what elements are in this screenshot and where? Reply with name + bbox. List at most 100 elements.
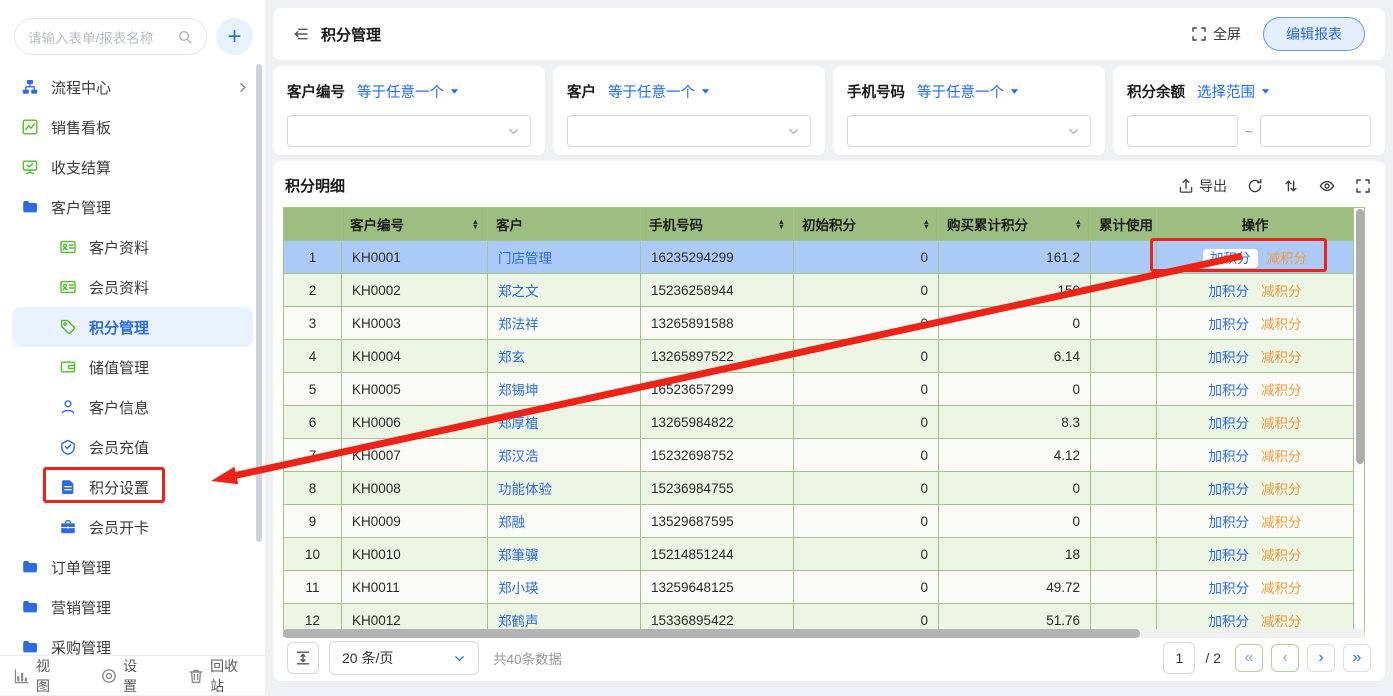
table-row[interactable]: 10KH0010郑筆骥15214851244018加积分减积分 xyxy=(284,538,1354,571)
customer-code-select[interactable] xyxy=(287,115,531,147)
table-row[interactable]: 7KH0007郑汉浩1523269875204.12加积分减积分 xyxy=(284,439,1354,472)
add-points-button[interactable]: 加积分 xyxy=(1209,317,1250,332)
customer-name-link[interactable]: 郑玄 xyxy=(498,350,525,365)
sidebar-item[interactable]: 销售看板 xyxy=(0,107,265,147)
add-points-button[interactable]: 加积分 xyxy=(1209,449,1250,464)
customer-name-link[interactable]: 郑融 xyxy=(498,515,525,530)
subtract-points-button[interactable]: 减积分 xyxy=(1261,317,1302,332)
subtract-points-button[interactable]: 减积分 xyxy=(1261,515,1302,530)
customer-select[interactable] xyxy=(567,115,811,147)
sidebar-item[interactable]: 客户管理 xyxy=(0,187,265,227)
subtract-points-button[interactable]: 减积分 xyxy=(1261,548,1302,563)
search-input[interactable]: 请输入表单/报表名称 xyxy=(14,18,207,55)
sidebar-footer-item[interactable]: 视图 xyxy=(14,656,63,696)
sidebar-item[interactable]: 会员充值 xyxy=(0,427,265,467)
add-points-button[interactable]: 加积分 xyxy=(1209,416,1250,431)
edit-report-button[interactable]: 编辑报表 xyxy=(1263,17,1365,51)
customer-name-link[interactable]: 郑汉浩 xyxy=(498,449,539,464)
add-points-button[interactable]: 加积分 xyxy=(1209,614,1250,629)
vertical-scrollbar-thumb[interactable] xyxy=(1356,209,1364,464)
customer-name-link[interactable]: 郑小瑛 xyxy=(498,581,539,596)
page-size-select[interactable]: 20 条/页 xyxy=(329,641,479,675)
customer-name-link[interactable]: 门店管理 xyxy=(498,251,552,266)
table-row[interactable]: 11KH0011郑小瑛13259648125049.72加积分减积分 xyxy=(284,571,1354,604)
sidebar-footer-item[interactable]: 设置 xyxy=(101,656,150,696)
table-row[interactable]: 8KH0008功能体验1523698475500加积分减积分 xyxy=(284,472,1354,505)
last-page-button[interactable]: » xyxy=(1343,644,1371,672)
subtract-points-button[interactable]: 减积分 xyxy=(1261,284,1302,299)
subtract-points-button[interactable]: 减积分 xyxy=(1261,416,1302,431)
first-page-button[interactable]: « xyxy=(1235,644,1263,672)
collapse-sidebar-icon[interactable] xyxy=(293,26,309,42)
customer-name-link[interactable]: 郑法祥 xyxy=(498,317,539,332)
sidebar-item[interactable]: 流程中心 xyxy=(0,67,265,107)
next-page-button[interactable]: › xyxy=(1307,644,1335,672)
table-row[interactable]: 4KH0004郑玄1326589752206.14加积分减积分 xyxy=(284,340,1354,373)
subtract-points-button[interactable]: 减积分 xyxy=(1261,581,1302,596)
table-row[interactable]: 5KH0005郑锡坤1652365729900加积分减积分 xyxy=(284,373,1354,406)
customer-name-link[interactable]: 功能体验 xyxy=(498,482,552,497)
sort-toggle-icon[interactable]: ▲▼ xyxy=(923,219,930,230)
column-header[interactable]: 手机号码▲▼ xyxy=(641,208,794,241)
refresh-icon[interactable] xyxy=(1247,178,1263,194)
sidebar-item[interactable]: 积分设置 xyxy=(0,467,265,507)
customer-name-link[interactable]: 郑筆骥 xyxy=(498,548,539,563)
column-header[interactable]: 购买累计积分▲▼ xyxy=(939,208,1091,241)
customer-name-link[interactable]: 郑鹤声 xyxy=(498,614,539,629)
visibility-icon[interactable] xyxy=(1319,178,1335,194)
sidebar-item[interactable]: 客户资料 xyxy=(0,227,265,267)
fullscreen-button[interactable]: 全屏 xyxy=(1191,24,1241,44)
sort-toggle-icon[interactable]: ▲▼ xyxy=(778,219,785,230)
current-page-input[interactable]: 1 xyxy=(1163,642,1195,674)
sidebar-item[interactable]: 客户信息 xyxy=(0,387,265,427)
sort-toggle-icon[interactable]: ▲▼ xyxy=(472,219,479,230)
sidebar-item[interactable]: 营销管理 xyxy=(0,587,265,627)
add-form-button[interactable]: + xyxy=(216,18,253,55)
table-fullscreen-icon[interactable] xyxy=(1355,178,1371,194)
customer-name-link[interactable]: 郑厚植 xyxy=(498,416,539,431)
points-max-input[interactable] xyxy=(1260,115,1371,147)
add-points-button[interactable]: 加积分 xyxy=(1209,482,1250,497)
sidebar-footer-item[interactable]: 回收站 xyxy=(188,656,251,696)
column-header[interactable]: 客户编号▲▼ xyxy=(342,208,488,241)
sidebar-item[interactable]: 会员开卡 xyxy=(0,507,265,547)
sort-toggle-icon[interactable]: ▲▼ xyxy=(1075,219,1082,230)
sidebar-item[interactable]: 储值管理 xyxy=(0,347,265,387)
subtract-points-button[interactable]: 减积分 xyxy=(1261,482,1302,497)
add-points-button[interactable]: 加积分 xyxy=(1209,581,1250,596)
customer-name-link[interactable]: 郑之文 xyxy=(498,284,539,299)
subtract-points-button[interactable]: 减积分 xyxy=(1261,350,1302,365)
add-points-button[interactable]: 加积分 xyxy=(1209,548,1250,563)
subtract-points-button[interactable]: 减积分 xyxy=(1267,251,1308,266)
points-min-input[interactable] xyxy=(1127,115,1238,147)
add-points-button[interactable]: 加积分 xyxy=(1209,350,1250,365)
sidebar-scrollbar[interactable] xyxy=(256,64,262,542)
sidebar-item[interactable]: 积分管理 xyxy=(12,307,253,347)
add-points-button[interactable]: 加积分 xyxy=(1209,515,1250,530)
subtract-points-button[interactable]: 减积分 xyxy=(1261,449,1302,464)
filter-operator-dropdown[interactable]: 选择范围 xyxy=(1197,81,1271,102)
table-row[interactable]: 1KH0001门店管理162352942990161.2加积分减积分 xyxy=(284,241,1354,274)
export-button[interactable]: 导出 xyxy=(1178,176,1227,196)
table-vertical-scrollbar[interactable] xyxy=(1354,207,1365,636)
add-points-button[interactable]: 加积分 xyxy=(1209,383,1250,398)
add-points-button[interactable]: 加积分 xyxy=(1209,284,1250,299)
subtract-points-button[interactable]: 减积分 xyxy=(1261,383,1302,398)
table-row[interactable]: 6KH0006郑厚植1326598482208.3加积分减积分 xyxy=(284,406,1354,439)
sidebar-item[interactable]: 收支结算 xyxy=(0,147,265,187)
table-row[interactable]: 3KH0003郑法祥1326589158800加积分减积分 xyxy=(284,307,1354,340)
sidebar-item[interactable]: 会员资料 xyxy=(0,267,265,307)
subtract-points-button[interactable]: 减积分 xyxy=(1261,614,1302,629)
table-row[interactable]: 2KH0002郑之文152362589440150加积分减积分 xyxy=(284,274,1354,307)
filter-operator-dropdown[interactable]: 等于任意一个 xyxy=(357,81,460,102)
customer-name-link[interactable]: 郑锡坤 xyxy=(498,383,539,398)
column-header[interactable]: 初始积分▲▼ xyxy=(794,208,939,241)
sort-columns-icon[interactable] xyxy=(1283,178,1299,194)
add-points-button[interactable]: 加积分 xyxy=(1203,249,1258,268)
table-row[interactable]: 9KH0009郑融1352968759500加积分减积分 xyxy=(284,505,1354,538)
prev-page-button[interactable]: ‹ xyxy=(1271,644,1299,672)
sidebar-item[interactable]: 订单管理 xyxy=(0,547,265,587)
filter-operator-dropdown[interactable]: 等于任意一个 xyxy=(917,81,1020,102)
filter-operator-dropdown[interactable]: 等于任意一个 xyxy=(608,81,711,102)
phone-select[interactable] xyxy=(847,115,1091,147)
